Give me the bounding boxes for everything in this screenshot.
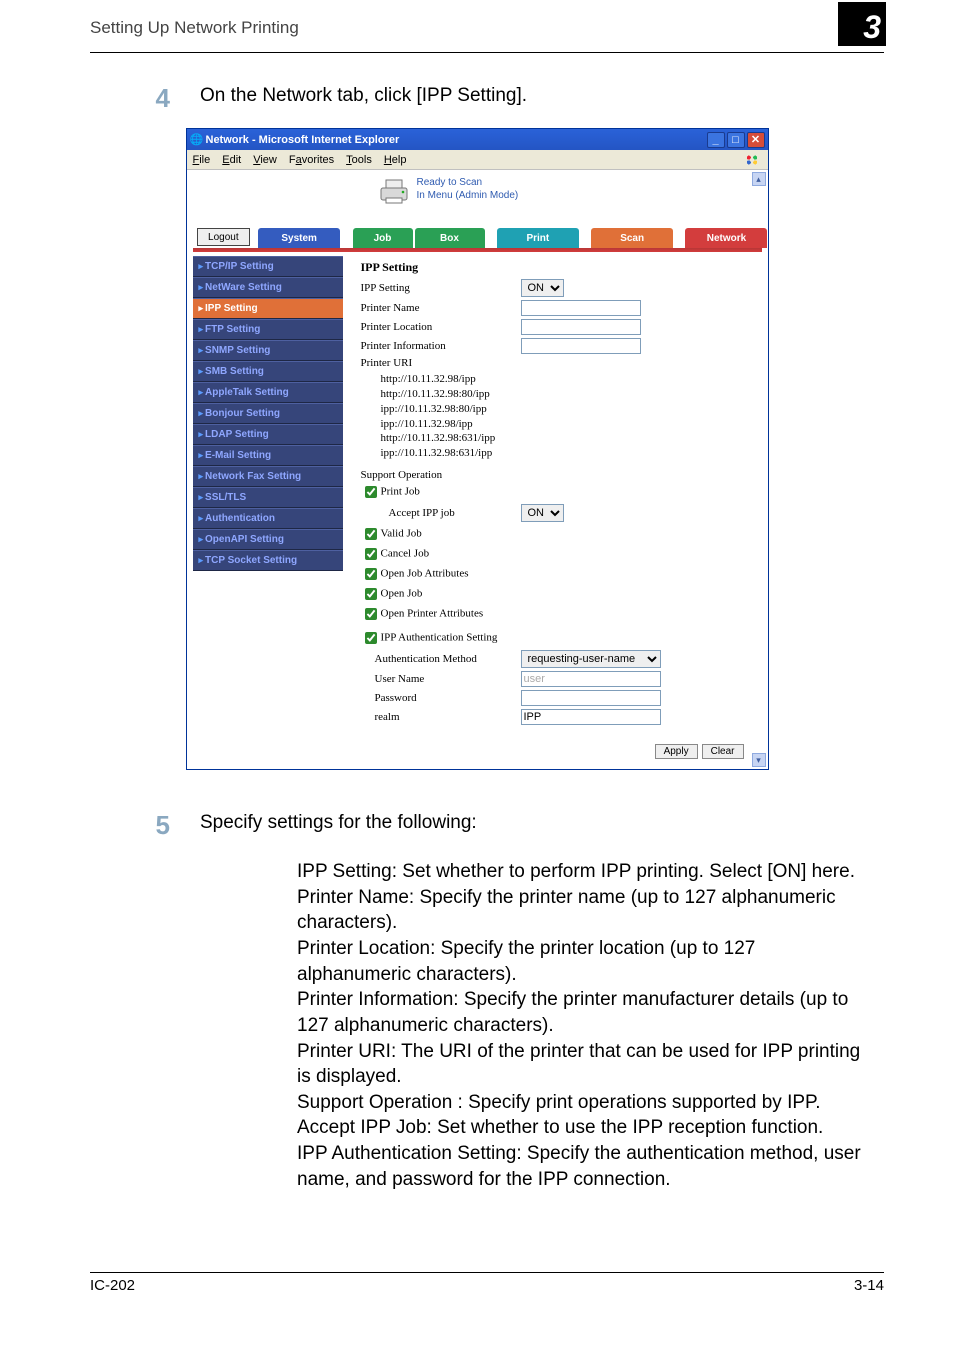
minimize-button[interactable]: _ <box>707 132 725 148</box>
input-printer-name[interactable] <box>521 300 641 316</box>
ie-logo-icon: 🌐 <box>190 133 204 146</box>
menu-favorites[interactable]: Favorites <box>289 154 334 166</box>
label-auth-method: Authentication Method <box>375 653 521 665</box>
chk-valid-job[interactable] <box>365 528 377 540</box>
logout-button[interactable]: Logout <box>197 228 251 246</box>
input-printer-info[interactable] <box>521 338 641 354</box>
label-accept-ipp-job: Accept IPP job <box>389 507 521 519</box>
input-realm[interactable] <box>521 709 661 725</box>
sidebar-item-ssl-tls[interactable]: SSL/TLS <box>193 487 343 508</box>
sidebar-item-openapi-setting[interactable]: OpenAPI Setting <box>193 529 343 550</box>
label-printer-location: Printer Location <box>361 321 521 333</box>
label-realm: realm <box>375 711 521 723</box>
sidebar-item-bonjour-setting[interactable]: Bonjour Setting <box>193 403 343 424</box>
sidebar-item-e-mail-setting[interactable]: E-Mail Setting <box>193 445 343 466</box>
chk-cancel-job[interactable] <box>365 548 377 560</box>
sidebar-item-ldap-setting[interactable]: LDAP Setting <box>193 424 343 445</box>
apply-button[interactable]: Apply <box>655 744 698 759</box>
tab-print[interactable]: Print <box>497 228 579 248</box>
input-printer-location[interactable] <box>521 319 641 335</box>
label-user-name: User Name <box>375 673 521 685</box>
sidebar-item-ftp-setting[interactable]: FTP Setting <box>193 319 343 340</box>
sidebar-item-appletalk-setting[interactable]: AppleTalk Setting <box>193 382 343 403</box>
ie-flag-icon <box>742 152 762 168</box>
printer-uri-entry: ipp://10.11.32.98:80/ipp <box>381 402 752 417</box>
input-user-name[interactable] <box>521 671 661 687</box>
chk-open-printer-attr[interactable] <box>365 608 377 620</box>
label-support-operation: Support Operation <box>361 469 752 481</box>
status-line-1: Ready to Scan <box>417 176 519 189</box>
label-password: Password <box>375 692 521 704</box>
tab-scan[interactable]: Scan <box>591 228 673 248</box>
window-title: Network - Microsoft Internet Explorer <box>204 134 707 146</box>
status-line-2: In Menu (Admin Mode) <box>417 189 519 202</box>
printer-uri-entry: ipp://10.11.32.98/ipp <box>381 417 752 432</box>
sidebar-item-ipp-setting[interactable]: IPP Setting <box>193 298 343 319</box>
printer-uri-entry: http://10.11.32.98:631/ipp <box>381 431 752 446</box>
printer-uri-entry: ipp://10.11.32.98:631/ipp <box>381 446 752 461</box>
label-cancel-job: Cancel Job <box>381 548 430 560</box>
menu-file[interactable]: File <box>193 154 211 166</box>
ie-menubar: File Edit View Favorites Tools Help <box>187 150 768 170</box>
scroll-down-button[interactable]: ▾ <box>752 753 766 767</box>
sidebar-item-network-fax-setting[interactable]: Network Fax Setting <box>193 466 343 487</box>
ie-window: 🌐 Network - Microsoft Internet Explorer … <box>186 128 769 770</box>
ie-titlebar: 🌐 Network - Microsoft Internet Explorer … <box>187 129 768 150</box>
menu-help[interactable]: Help <box>384 154 407 166</box>
clear-button[interactable]: Clear <box>702 744 744 759</box>
footer-right: 3-14 <box>854 1277 884 1294</box>
label-valid-job: Valid Job <box>381 528 422 540</box>
select-accept-ipp-job[interactable]: ON <box>521 504 564 522</box>
input-password[interactable] <box>521 690 661 706</box>
sidebar-item-netware-setting[interactable]: NetWare Setting <box>193 277 343 298</box>
printer-status-icon <box>377 174 411 208</box>
form-heading: IPP Setting <box>361 260 752 275</box>
printer-uri-entry: http://10.11.32.98/ipp <box>381 372 752 387</box>
menu-tools[interactable]: Tools <box>346 154 372 166</box>
chk-open-job[interactable] <box>365 588 377 600</box>
chk-open-job-attr[interactable] <box>365 568 377 580</box>
tab-job[interactable]: Job <box>353 228 413 248</box>
label-ipp-auth-setting: IPP Authentication Setting <box>381 632 498 644</box>
sidebar: TCP/IP SettingNetWare SettingIPP Setting… <box>193 256 343 738</box>
label-open-job-attr: Open Job Attributes <box>381 568 469 580</box>
sidebar-item-authentication[interactable]: Authentication <box>193 508 343 529</box>
tab-network[interactable]: Network <box>685 228 767 248</box>
label-open-printer-attr: Open Printer Attributes <box>381 608 484 620</box>
menu-view[interactable]: View <box>253 154 277 166</box>
step-4-text: On the Network tab, click [IPP Setting]. <box>200 83 884 114</box>
label-print-job: Print Job <box>381 486 420 498</box>
label-printer-uri: Printer URI <box>361 357 521 369</box>
printer-uri-entry: http://10.11.32.98:80/ipp <box>381 387 752 402</box>
step-5-body: IPP Setting: Set whether to perform IPP … <box>297 859 864 1192</box>
chk-ipp-auth-setting[interactable] <box>365 632 377 644</box>
chk-print-job[interactable] <box>365 486 377 498</box>
tab-box[interactable]: Box <box>415 228 485 248</box>
select-ipp-setting[interactable]: ON <box>521 279 564 297</box>
label-ipp-setting: IPP Setting <box>361 282 521 294</box>
chapter-number-badge <box>838 2 886 46</box>
scroll-up-button[interactable]: ▴ <box>752 172 766 186</box>
tab-system[interactable]: System <box>258 228 340 248</box>
label-open-job: Open Job <box>381 588 423 600</box>
sidebar-item-snmp-setting[interactable]: SNMP Setting <box>193 340 343 361</box>
sidebar-item-smb-setting[interactable]: SMB Setting <box>193 361 343 382</box>
menu-edit[interactable]: Edit <box>222 154 241 166</box>
select-auth-method[interactable]: requesting-user-name <box>521 650 661 668</box>
running-head: Setting Up Network Printing <box>90 18 838 38</box>
maximize-button[interactable]: □ <box>727 132 745 148</box>
step-number-5: 5 <box>70 810 200 841</box>
label-printer-info: Printer Information <box>361 340 521 352</box>
footer-left: IC-202 <box>90 1277 135 1294</box>
uri-list: http://10.11.32.98/ipphttp://10.11.32.98… <box>381 372 752 461</box>
step-5-intro: Specify settings for the following: <box>200 810 884 841</box>
label-printer-name: Printer Name <box>361 302 521 314</box>
sidebar-item-tcp-ip-setting[interactable]: TCP/IP Setting <box>193 256 343 277</box>
close-button[interactable]: ✕ <box>747 132 765 148</box>
sidebar-item-tcp-socket-setting[interactable]: TCP Socket Setting <box>193 550 343 571</box>
step-number-4: 4 <box>70 83 200 114</box>
